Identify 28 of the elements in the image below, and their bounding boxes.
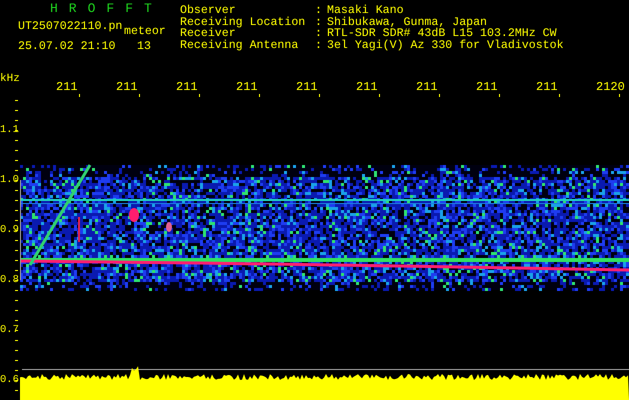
- file-name: UT2507022110.pn: [18, 20, 122, 34]
- separator: :: [315, 28, 323, 40]
- field-label: Receiver: [180, 28, 236, 40]
- field-value: Shibukawa, Gunma, Japan: [327, 16, 488, 28]
- axis-tick-label: 211: [116, 81, 138, 93]
- field-label: Receiving Location: [180, 16, 306, 28]
- axis-tick-label: 211: [56, 81, 78, 93]
- timestamp: 25.07.02 21:10: [18, 40, 116, 54]
- field-value: 3el Yagi(V) Az 330 for Vladivostok: [327, 40, 564, 51]
- axis-tick-label: 211: [476, 81, 498, 93]
- axis-tick-label: 211: [296, 81, 318, 93]
- axis-tick-label: 211: [176, 81, 198, 93]
- axis-tick-label: 2120: [596, 81, 625, 93]
- axis-tick-label: 211: [416, 81, 438, 93]
- field-label: Observer: [180, 5, 236, 16]
- meteor-label: meteor: [124, 25, 166, 39]
- axis-tick-label: 211: [536, 81, 558, 93]
- field-label: Receiving Antenna: [180, 40, 300, 51]
- separator: :: [315, 5, 323, 16]
- axis-tick-label: 211: [356, 81, 378, 93]
- axis-unit: kHz: [0, 73, 20, 85]
- separator: :: [315, 40, 323, 51]
- app-title: H R O F F T: [50, 2, 154, 16]
- field-value: RTL-SDR SDR# 43dB L15 103.2MHz CW: [327, 28, 557, 40]
- field-value: Masaki Kano: [327, 5, 404, 16]
- separator: :: [315, 16, 323, 28]
- axis-tick-label: 211: [236, 81, 258, 93]
- count: 13: [137, 40, 151, 54]
